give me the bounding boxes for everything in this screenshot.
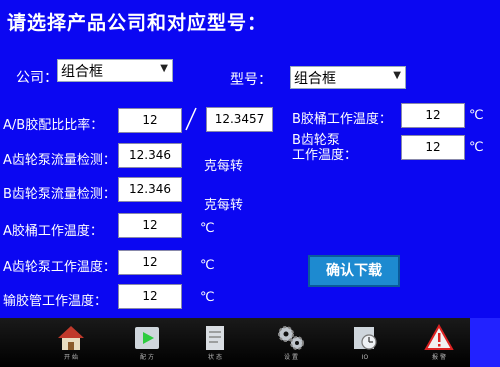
a-pump-temp-field[interactable]: 12	[118, 250, 182, 275]
b-barrel-temp-field[interactable]: 12	[401, 103, 465, 128]
toolbar-alarm-label: 报 警	[432, 354, 446, 361]
b-pump-temp-label-line2: 工作温度：	[292, 148, 358, 163]
hose-temp-field[interactable]: 12	[118, 284, 182, 309]
toolbar-recipe-button[interactable]: 配 方	[124, 318, 170, 367]
model-label: 型号：	[230, 72, 272, 88]
toolbar-status-label: 状 态	[208, 354, 222, 361]
toolbar-home-label: 开 始	[64, 354, 78, 361]
page-title: 请选择产品公司和对应型号：	[7, 12, 268, 34]
a-flow-unit: 克每转	[204, 159, 244, 174]
ab-ratio-b-field[interactable]: 12.3457	[206, 107, 273, 132]
toolbar-io-label: IO	[361, 354, 369, 361]
ratio-separator	[185, 107, 197, 131]
company-label: 公司：	[16, 70, 58, 86]
toolbar-alarm-button[interactable]: 报 警	[416, 318, 462, 367]
toolbar-io-button[interactable]: IO	[342, 318, 388, 367]
alarm-icon	[424, 324, 454, 350]
chevron-down-icon: ▼	[160, 63, 168, 74]
a-barrel-temp-unit: ℃	[200, 221, 215, 236]
b-pump-temp-unit: ℃	[469, 140, 484, 155]
a-pump-temp-unit: ℃	[200, 258, 215, 273]
b-barrel-temp-label: B胶桶工作温度：	[292, 112, 392, 127]
play-icon	[135, 327, 159, 349]
b-flow-field[interactable]: 12.346	[118, 177, 182, 202]
b-flow-unit: 克每转	[204, 198, 244, 213]
a-barrel-temp-field[interactable]: 12	[118, 213, 182, 238]
toolbar-edge	[470, 318, 500, 367]
model-select[interactable]: 组合框 ▼	[290, 66, 406, 89]
chevron-down-icon: ▼	[393, 70, 401, 81]
ab-ratio-a-field[interactable]: 12	[118, 108, 182, 133]
a-flow-field[interactable]: 12.346	[118, 143, 182, 168]
a-barrel-temp-label: A胶桶工作温度：	[3, 224, 103, 239]
b-barrel-temp-unit: ℃	[469, 108, 484, 123]
b-pump-temp-field[interactable]: 12	[401, 135, 465, 160]
toolbar-recipe-label: 配 方	[140, 354, 154, 361]
model-select-value: 组合框	[294, 71, 336, 87]
b-flow-label: B齿轮泵流量检测：	[3, 187, 116, 202]
hose-temp-unit: ℃	[200, 290, 215, 305]
hmi-screen: 请选择产品公司和对应型号： 公司： 组合框 ▼ 型号： 组合框 ▼ A/B胶配比…	[0, 0, 500, 367]
ab-ratio-label: A/B胶配比比率：	[3, 118, 104, 133]
confirm-download-button[interactable]: 确认下载	[308, 255, 400, 287]
clock-icon	[354, 327, 377, 350]
toolbar-status-button[interactable]: 状 态	[192, 318, 238, 367]
hose-temp-label: 输胶管工作温度：	[3, 294, 108, 309]
a-pump-temp-label: A齿轮泵工作温度：	[3, 260, 116, 275]
a-flow-label: A齿轮泵流量检测：	[3, 153, 116, 168]
gears-icon	[278, 326, 304, 350]
document-icon	[206, 326, 224, 350]
company-select[interactable]: 组合框 ▼	[57, 59, 173, 82]
toolbar-settings-label: 设 置	[284, 354, 298, 361]
toolbar-home-button[interactable]: 开 始	[48, 318, 94, 367]
company-select-value: 组合框	[61, 64, 103, 80]
toolbar-settings-button[interactable]: 设 置	[268, 318, 314, 367]
home-icon	[58, 326, 84, 350]
